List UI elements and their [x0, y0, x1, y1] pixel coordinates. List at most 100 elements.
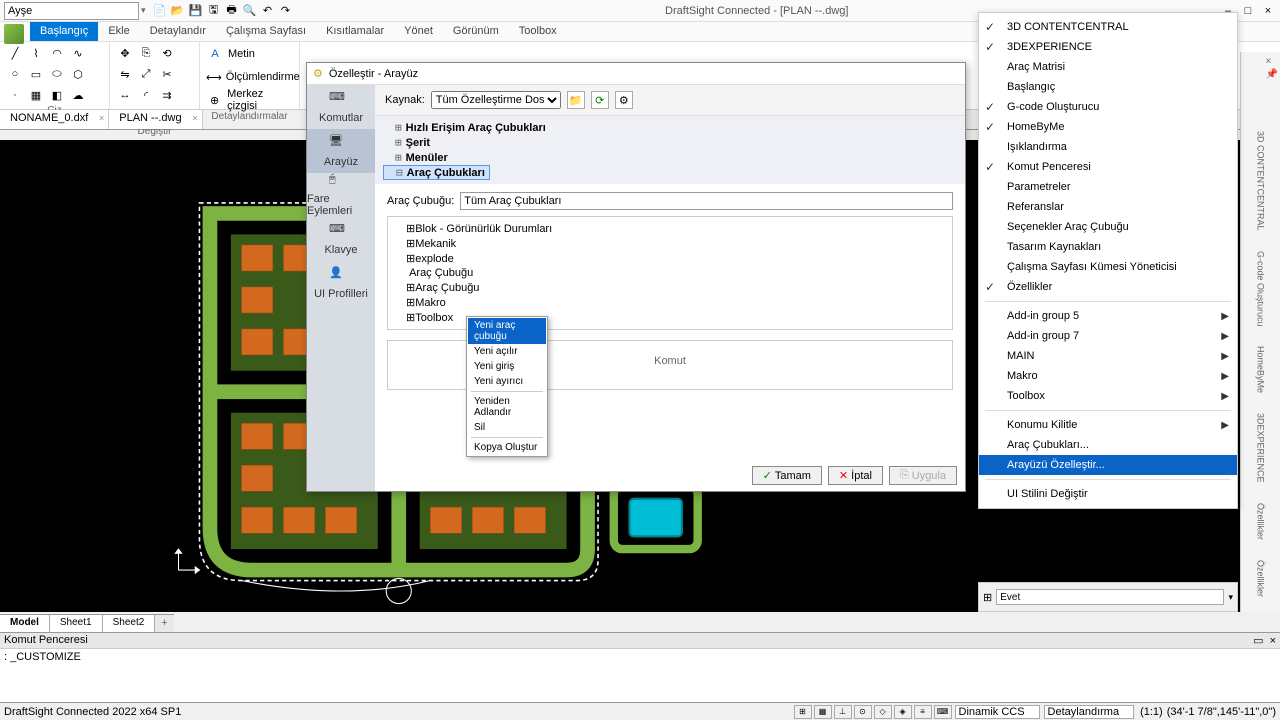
line-icon[interactable]: ╱ — [6, 44, 24, 62]
menu-ozellikler[interactable]: ✓Özellikler — [979, 277, 1237, 297]
cloud-icon[interactable]: ☁ — [69, 86, 87, 104]
tb-node[interactable]: ⊞explode — [392, 251, 948, 266]
ribbon-tab-toolbox[interactable]: Toolbox — [509, 22, 567, 41]
cancel-button[interactable]: ✕İptal — [828, 466, 883, 485]
circle-icon[interactable]: ○ — [6, 65, 24, 83]
ellipse-icon[interactable]: ⬭ — [48, 65, 66, 83]
vtab-3dx[interactable]: 3DEXPERIENCE — [1253, 404, 1269, 492]
hatch-icon[interactable]: ▦ — [27, 86, 45, 104]
menu-aracmatrisi[interactable]: Araç Matrisi — [979, 57, 1237, 77]
print-icon[interactable]: 🖶 — [224, 3, 240, 19]
move-icon[interactable]: ✥ — [116, 44, 134, 62]
esnap-icon[interactable]: ◇ — [874, 705, 892, 719]
extend-icon[interactable]: ↔ — [116, 86, 134, 104]
source-combo[interactable]: Tüm Özelleştirme Dosyaları — [431, 91, 561, 109]
vtab-3dcc[interactable]: 3D CONTENTCENTRAL — [1253, 122, 1269, 240]
dimension-icon[interactable]: ⟷ — [206, 68, 222, 86]
open-icon[interactable]: 📂 — [170, 3, 186, 19]
menu-3dcc[interactable]: ✓3D CONTENTCENTRAL — [979, 17, 1237, 37]
ribbon-tab-calisma[interactable]: Çalışma Sayfası — [216, 22, 316, 41]
menu-addin5[interactable]: Add-in group 5▶ — [979, 306, 1237, 326]
vtab-homebyme[interactable]: HomeByMe — [1253, 337, 1269, 402]
tb-node[interactable]: ⊞Mekanik — [392, 236, 948, 251]
doc-close-button[interactable]: × — [1260, 5, 1276, 17]
tree-node[interactable]: ⊞Şerit — [383, 135, 957, 150]
menu-makro[interactable]: Makro▶ — [979, 366, 1237, 386]
menu-3dx[interactable]: ✓3DEXPERIENCE — [979, 37, 1237, 57]
menu-gcode[interactable]: ✓G-code Oluşturucu — [979, 97, 1237, 117]
chevron-down-icon[interactable]: ▾ — [141, 5, 146, 16]
copy-icon[interactable]: ⎘ — [137, 44, 155, 62]
redo-icon[interactable]: ↷ — [278, 3, 294, 19]
menu-komutpenceresi[interactable]: ✓Komut Penceresi — [979, 157, 1237, 177]
menu-isiklandirma[interactable]: Işıklandırma — [979, 137, 1237, 157]
ribbon-tab-detaylandir[interactable]: Detaylandır — [140, 22, 216, 41]
new-icon[interactable]: 📄 — [152, 3, 168, 19]
lwt-icon[interactable]: ≡ — [914, 705, 932, 719]
app-icon[interactable] — [4, 24, 24, 44]
point-icon[interactable]: · — [6, 86, 24, 104]
annotation-combo[interactable]: Detaylandırma — [1044, 705, 1135, 719]
arc-icon[interactable]: ◠ — [48, 44, 66, 62]
save-icon[interactable]: 💾 — [188, 3, 204, 19]
ortho-icon[interactable]: ⊥ — [834, 705, 852, 719]
centerline-icon[interactable]: ⊕ — [206, 91, 223, 109]
region-icon[interactable]: ◧ — [48, 86, 66, 104]
gear-icon[interactable]: ⚙ — [615, 91, 633, 109]
sidebar-komutlar[interactable]: ⌨Komutlar — [307, 85, 375, 129]
menu-secenekler[interactable]: Seçenekler Araç Çubuğu — [979, 217, 1237, 237]
vtab-ozellikler2[interactable]: Özellikler — [1253, 551, 1269, 606]
prop-input[interactable] — [996, 589, 1224, 605]
tb-node[interactable]: ⊞Araç Çubuğu — [392, 280, 948, 295]
polygon-icon[interactable]: ⬡ — [69, 65, 87, 83]
add-sheet-button[interactable]: + — [155, 615, 173, 632]
ctx-new-flyout[interactable]: Yeni açılır — [468, 344, 546, 359]
menu-calisma[interactable]: Çalışma Sayfası Kümesi Yöneticisi — [979, 257, 1237, 277]
spline-icon[interactable]: ∿ — [69, 44, 87, 62]
sheet-tab-model[interactable]: Model — [0, 615, 50, 632]
scale-icon[interactable]: ⤢ — [137, 65, 155, 83]
text-icon[interactable]: A — [206, 45, 224, 63]
trim-icon[interactable]: ✂ — [158, 65, 176, 83]
menu-tasarim[interactable]: Tasarım Kaynakları — [979, 237, 1237, 257]
tb-node[interactable]: Araç Çubuğu — [392, 266, 948, 280]
vtab-ozellikler[interactable]: Özellikler — [1253, 494, 1269, 549]
sheet-tab[interactable]: Sheet2 — [103, 615, 156, 632]
menu-main[interactable]: MAIN▶ — [979, 346, 1237, 366]
sheet-tab[interactable]: Sheet1 — [50, 615, 103, 632]
etrack-icon[interactable]: ◈ — [894, 705, 912, 719]
chevron-down-icon[interactable]: ▾ — [1228, 592, 1233, 603]
menu-homebyme[interactable]: ✓HomeByMe — [979, 117, 1237, 137]
sidebar-profiller[interactable]: 👤UI Profilleri — [307, 261, 375, 305]
vtab-gcode[interactable]: G-code Oluşturucu — [1253, 242, 1269, 336]
menu-lock[interactable]: Konumu Kilitle▶ — [979, 415, 1237, 435]
qinput-icon[interactable]: ⌨ — [934, 705, 952, 719]
doc-tab[interactable]: PLAN --.dwg× — [109, 110, 202, 129]
sidebar-klavye[interactable]: ⌨Klavye — [307, 217, 375, 261]
tree-node[interactable]: ⊞Menüler — [383, 150, 957, 165]
refresh-icon[interactable]: ⟳ — [591, 91, 609, 109]
menu-parametreler[interactable]: Parametreler — [979, 177, 1237, 197]
ctx-new-entry[interactable]: Yeni giriş — [468, 359, 546, 374]
ribbon-tab-yonet[interactable]: Yönet — [394, 22, 443, 41]
folder-icon[interactable]: 📁 — [567, 91, 585, 109]
toolbar-name-input[interactable] — [460, 192, 953, 210]
menu-customize-ui[interactable]: Arayüzü Özelleştir... — [979, 455, 1237, 475]
layer-combo[interactable] — [4, 2, 139, 20]
tree-node[interactable]: ⊞Hızlı Erişim Araç Çubukları — [383, 120, 957, 135]
ctx-new-toolbar[interactable]: Yeni araç çubuğu — [468, 318, 546, 344]
doc-max-button[interactable]: □ — [1240, 5, 1256, 17]
panel-pin-icon[interactable]: 📌 — [1266, 69, 1278, 80]
ok-button[interactable]: ✓Tamam — [752, 466, 822, 485]
snap-icon[interactable]: ⊞ — [794, 705, 812, 719]
close-icon[interactable]: × — [99, 113, 104, 123]
fillet-icon[interactable]: ◜ — [137, 86, 155, 104]
ribbon-tab-gorunum[interactable]: Görünüm — [443, 22, 509, 41]
mirror-icon[interactable]: ⇋ — [116, 65, 134, 83]
menu-ui-style[interactable]: UI Stilini Değiştir — [979, 484, 1237, 504]
menu-toolbars[interactable]: Araç Çubukları... — [979, 435, 1237, 455]
tree-node-toolbars[interactable]: ⊟Araç Çubukları — [383, 165, 490, 180]
ctx-rename[interactable]: Yeniden Adlandır — [468, 394, 546, 420]
rect-icon[interactable]: ▭ — [27, 65, 45, 83]
ribbon-tab-ekle[interactable]: Ekle — [98, 22, 139, 41]
